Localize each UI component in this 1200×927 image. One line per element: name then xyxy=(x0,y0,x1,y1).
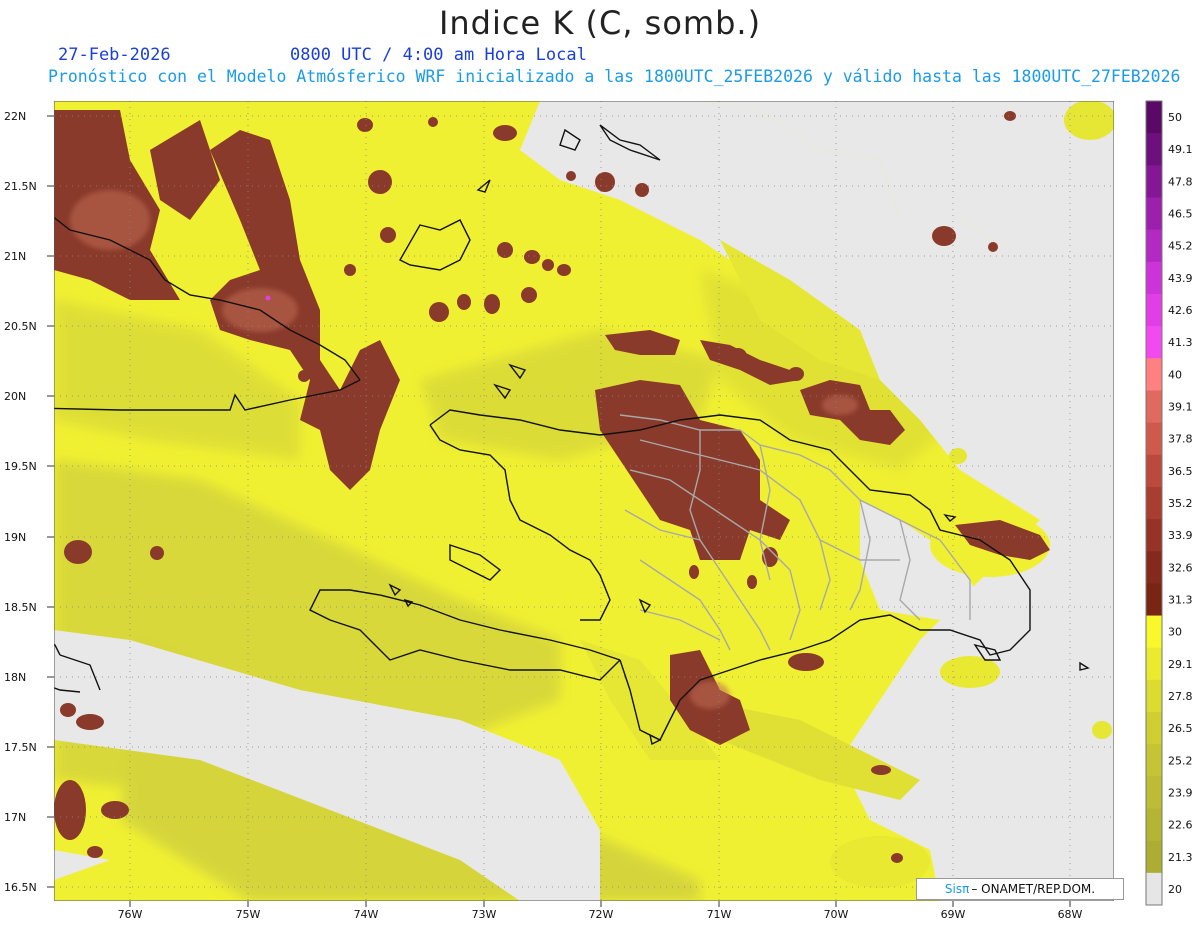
lon-label: 72W xyxy=(589,908,614,921)
colorbar-swatch xyxy=(1146,101,1162,134)
colorbar-swatch xyxy=(1146,422,1162,456)
map-area xyxy=(54,101,1114,901)
colorbar-label: 45.2 xyxy=(1168,240,1193,253)
lat-label: 21N xyxy=(4,250,26,263)
latitude-labels: 22N 21.5N 21N 20.5N 20N 19.5N 19N 18.5N … xyxy=(4,110,37,894)
colorbar-label: 43.9 xyxy=(1168,272,1193,285)
colorbar-swatch xyxy=(1146,808,1162,842)
colorbar-swatch xyxy=(1146,197,1162,231)
lon-label: 68W xyxy=(1058,908,1083,921)
colorbar-swatch xyxy=(1146,647,1162,681)
colorbar-label: 22.6 xyxy=(1168,819,1193,832)
colorbar-label: 42.6 xyxy=(1168,304,1193,317)
lat-label: 19N xyxy=(4,531,26,544)
colorbar-label: 23.9 xyxy=(1168,786,1193,799)
colorbar-swatch xyxy=(1146,615,1162,649)
colorbar-label: 47.8 xyxy=(1168,175,1193,188)
lat-label: 22N xyxy=(4,110,26,123)
colorbar-label: 21.3 xyxy=(1168,851,1193,864)
colorbar-swatch xyxy=(1146,776,1162,810)
colorbar-swatch xyxy=(1146,712,1162,745)
colorbar-swatch xyxy=(1146,390,1162,424)
colorbar-label: 20 xyxy=(1168,883,1182,896)
colorbar-swatch xyxy=(1146,454,1162,488)
longitude-labels: 76W 75W 74W 73W 72W 71W 70W 69W 68W xyxy=(118,908,1083,921)
longitude-ticks xyxy=(129,901,1071,907)
colorbar-label: 36.5 xyxy=(1168,465,1193,478)
colorbar-label: 39.1 xyxy=(1168,401,1193,414)
lat-label: 20.5N xyxy=(4,320,37,333)
colorbar-label: 32.6 xyxy=(1168,561,1193,574)
lat-label: 18N xyxy=(4,671,26,684)
colorbar-swatch xyxy=(1146,840,1162,874)
colorbar-swatch xyxy=(1146,229,1162,263)
k-index-max-point xyxy=(265,295,271,301)
colorbar-swatch xyxy=(1146,551,1162,584)
lon-label: 69W xyxy=(941,908,966,921)
colorbar-label: 29.1 xyxy=(1168,658,1193,671)
lat-label: 17.5N xyxy=(4,741,37,754)
colorbar-label: 31.3 xyxy=(1168,593,1193,606)
colorbar: 50 49.1 47.8 46.5 45.2 43.9 42.6 41.3 40 39.1 37.8… xyxy=(1145,100,1193,906)
colorbar-label: 25.2 xyxy=(1168,754,1193,767)
lat-label: 19.5N xyxy=(4,460,37,473)
lon-label: 76W xyxy=(118,908,143,921)
colorbar-swatch xyxy=(1146,261,1162,295)
colorbar-swatch xyxy=(1146,326,1162,359)
colorbar-swatch xyxy=(1146,679,1162,713)
lat-label: 18.5N xyxy=(4,601,37,614)
lon-label: 71W xyxy=(707,908,732,921)
colorbar-swatch xyxy=(1146,519,1162,552)
lon-label: 70W xyxy=(824,908,849,921)
colorbar-label: 30 xyxy=(1168,626,1182,639)
colorbar-label: 35.2 xyxy=(1168,497,1193,510)
colorbar-label: 50 xyxy=(1168,111,1182,124)
lon-label: 74W xyxy=(354,908,379,921)
colorbar-label: 40 xyxy=(1168,368,1182,381)
colorbar-swatch xyxy=(1146,744,1162,777)
lat-label: 21.5N xyxy=(4,180,37,193)
colorbar-label: 27.8 xyxy=(1168,690,1193,703)
colorbar-swatch xyxy=(1146,293,1162,327)
credit-box: Sisπ – ONAMET/REP.DOM. xyxy=(916,878,1124,900)
colorbar-label: 37.8 xyxy=(1168,433,1193,446)
credit-text: – ONAMET/REP.DOM. xyxy=(971,882,1096,896)
colorbar-label: 46.5 xyxy=(1168,208,1193,221)
colorbar-label: 41.3 xyxy=(1168,336,1193,349)
colorbar-swatch xyxy=(1146,583,1162,617)
map-figure: 22N 21.5N 21N 20.5N 20N 19.5N 19N 18.5N … xyxy=(4,100,1193,921)
colorbar-label: 26.5 xyxy=(1168,722,1193,735)
latitude-ticks xyxy=(47,115,54,888)
lat-label: 16.5N xyxy=(4,881,37,894)
colorbar-label: 49.1 xyxy=(1168,143,1193,156)
sispi-logo: Sisπ xyxy=(944,882,970,896)
colorbar-label: 33.9 xyxy=(1168,529,1193,542)
lon-label: 75W xyxy=(236,908,261,921)
colorbar-swatch xyxy=(1146,133,1162,166)
colorbar-swatch xyxy=(1146,486,1162,520)
colorbar-swatch xyxy=(1146,358,1162,391)
lat-label: 20N xyxy=(4,390,26,403)
lon-label: 73W xyxy=(472,908,497,921)
colorbar-swatch xyxy=(1146,872,1162,906)
lat-label: 17N xyxy=(4,811,26,824)
colorbar-swatch xyxy=(1146,165,1162,198)
